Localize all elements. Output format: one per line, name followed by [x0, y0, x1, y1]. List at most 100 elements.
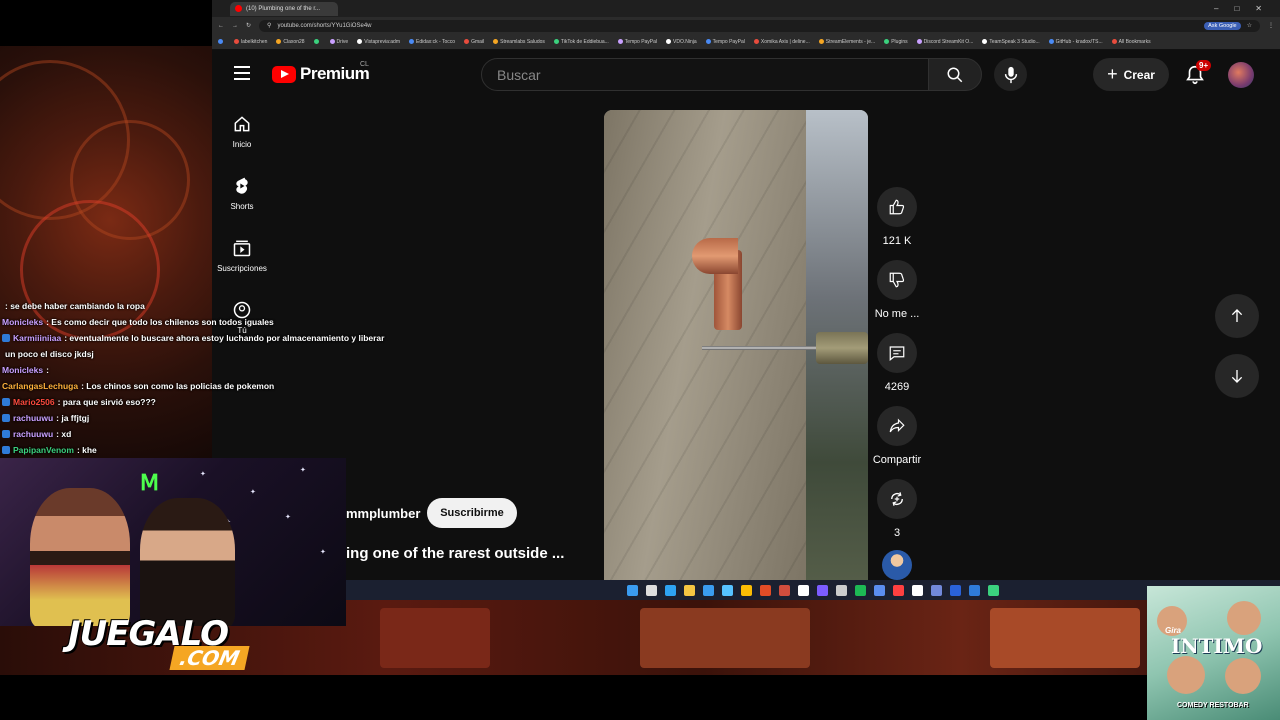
copper-elbow	[692, 238, 738, 274]
minimize-icon[interactable]: –	[1214, 4, 1218, 13]
reload-icon[interactable]: ↻	[246, 22, 251, 29]
taskbar-app-icon[interactable]	[969, 584, 980, 596]
chat-message: PapipanVenom: khe	[2, 442, 402, 458]
taskbar-app-icon[interactable]	[893, 584, 904, 596]
url-text: youtube.com/shorts/YYu1GiOSe4w	[277, 22, 372, 29]
bookmark-item[interactable]: Tempo PayPal	[705, 39, 745, 45]
bookmark-item[interactable]: Streamlabs Saludos	[493, 39, 545, 45]
chat-username: Monicleks	[2, 317, 44, 327]
bookmark-item[interactable]: Claxon28	[276, 39, 305, 45]
bookmark-favicon-icon	[218, 39, 223, 44]
bookmark-label: All Bookmarks	[1118, 38, 1151, 45]
taskbar-app-icon[interactable]	[722, 584, 733, 596]
dislike-label: No me ...	[874, 308, 920, 320]
bookmark-favicon-icon	[753, 39, 759, 44]
bookmark-item[interactable]: Tempo PayPal	[617, 39, 657, 45]
hamburger-menu-icon[interactable]	[234, 66, 250, 80]
taskbar-app-icon[interactable]	[836, 584, 847, 596]
close-icon[interactable]: ✕	[1255, 4, 1262, 13]
dislike-action: No me ...	[867, 260, 927, 320]
taskbar-app-icon[interactable]	[855, 584, 866, 596]
youtube-premium-logo[interactable]: Premium	[272, 64, 370, 84]
bookmark-item[interactable]	[218, 39, 225, 44]
taskbar-app-icon[interactable]	[779, 584, 790, 596]
like-button[interactable]	[877, 187, 917, 227]
poster-title: INTIMO	[1171, 634, 1263, 658]
bookmark-item[interactable]: Discord StreamKit O...	[916, 39, 973, 45]
bookmark-item[interactable]: GitHub - kradox/TS...	[1048, 38, 1103, 45]
ask-google-button[interactable]: Ask Google	[1204, 21, 1241, 30]
taskbar-app-icon[interactable]	[912, 584, 923, 596]
create-button[interactable]: + Crear	[1093, 58, 1169, 91]
bookmark-item[interactable]: Gmail	[464, 39, 484, 45]
forward-icon[interactable]: →	[232, 23, 238, 29]
channel-avatar[interactable]	[882, 550, 912, 580]
browser-tab[interactable]: (10) Plumbing one of the r...	[230, 1, 338, 16]
bookmark-item[interactable]: VDO.Ninja	[666, 39, 697, 45]
chat-message: : se debe haber cambiando la ropa	[2, 298, 402, 314]
bookmark-star-icon[interactable]: ☆	[1247, 22, 1252, 29]
taskbar-app-icon[interactable]	[646, 584, 657, 596]
bookmark-label: Xomika Axis | deline...	[760, 38, 810, 45]
subscribe-button[interactable]: Suscribirme	[427, 498, 517, 528]
drill-bit	[702, 346, 822, 350]
comments-action: 4269	[867, 333, 927, 393]
short-video-player[interactable]	[604, 110, 868, 580]
bookmark-item[interactable]: TikTok de Eddiebua...	[553, 39, 609, 45]
taskbar-app-icon[interactable]	[874, 584, 885, 596]
search-input[interactable]: Buscar	[481, 58, 929, 91]
poster-venue: COMEDY RESTOBAR	[1177, 702, 1249, 709]
taskbar-app-icon[interactable]	[817, 584, 828, 596]
url-field[interactable]: ⚲ youtube.com/shorts/YYu1GiOSe4w Ask Goo…	[259, 19, 1260, 32]
bookmark-item[interactable]: Edidax:ck - Tocco	[408, 39, 455, 45]
next-short-button[interactable]	[1215, 354, 1259, 398]
taskbar-app-icon[interactable]	[703, 584, 714, 596]
maximize-icon[interactable]: □	[1234, 4, 1239, 13]
chat-message: Mario2506: para que sirvió eso???	[2, 394, 402, 410]
bookmark-favicon-icon	[313, 39, 319, 44]
bookmark-item[interactable]: All Bookmarks	[1111, 38, 1151, 45]
bookmark-item[interactable]: Xomika Axis | deline...	[753, 38, 810, 45]
chat-username: Karmiiiniiaa	[13, 333, 62, 343]
chat-text: : para que sirvió eso???	[57, 397, 156, 407]
site-info-icon[interactable]: ⚲	[267, 22, 271, 29]
bookmark-label: GitHub - kradox/TS...	[1055, 38, 1103, 45]
taskbar-app-icon[interactable]	[684, 584, 695, 596]
bookmark-item[interactable]: Drive	[329, 39, 348, 45]
taskbar-app-icon[interactable]	[627, 584, 638, 596]
bookmark-item[interactable]: Vistaprevia:adm	[357, 39, 400, 45]
short-title[interactable]: ing one of the rarest outside ...	[346, 545, 564, 562]
extensions-icon[interactable]: ⋮	[1268, 22, 1274, 29]
remix-button[interactable]	[877, 479, 917, 519]
taskbar-app-icon[interactable]	[741, 584, 752, 596]
share-button[interactable]	[877, 406, 917, 446]
taskbar-app-icon[interactable]	[798, 584, 809, 596]
taskbar-app-icon[interactable]	[988, 584, 999, 596]
logo-text: Premium	[300, 64, 370, 83]
voice-search-button[interactable]	[994, 58, 1027, 91]
previous-short-button[interactable]	[1215, 294, 1259, 338]
nav-item-inicio[interactable]: Inicio	[212, 114, 272, 149]
bookmark-item[interactable]: StreamElements - je...	[818, 39, 875, 45]
account-avatar[interactable]	[1228, 62, 1254, 88]
taskbar-app-icon[interactable]	[665, 584, 676, 596]
search-button[interactable]	[928, 58, 982, 91]
taskbar-app-icon[interactable]	[760, 584, 771, 596]
bookmark-favicon-icon	[493, 39, 499, 44]
bookmark-item[interactable]: labelkitchen	[234, 39, 267, 45]
nav-item-shorts[interactable]: Shorts	[212, 176, 272, 211]
plus-icon: +	[1107, 64, 1118, 84]
back-icon[interactable]: ←	[218, 23, 224, 29]
bookmark-item[interactable]	[313, 39, 321, 44]
channel-name[interactable]: mmplumber	[346, 506, 420, 521]
share-icon	[889, 418, 905, 433]
bookmark-item[interactable]: TeamSpeak 3 Studio...	[982, 39, 1040, 45]
nav-item-suscripciones[interactable]: Suscripciones	[212, 238, 272, 273]
like-action: 121 K	[867, 187, 927, 247]
bookmark-label: labelkitchen	[241, 38, 268, 45]
taskbar-app-icon[interactable]	[950, 584, 961, 596]
taskbar-app-icon[interactable]	[931, 584, 942, 596]
comments-button[interactable]	[877, 333, 917, 373]
bookmark-item[interactable]: Plugins	[884, 39, 908, 45]
dislike-button[interactable]	[877, 260, 917, 300]
